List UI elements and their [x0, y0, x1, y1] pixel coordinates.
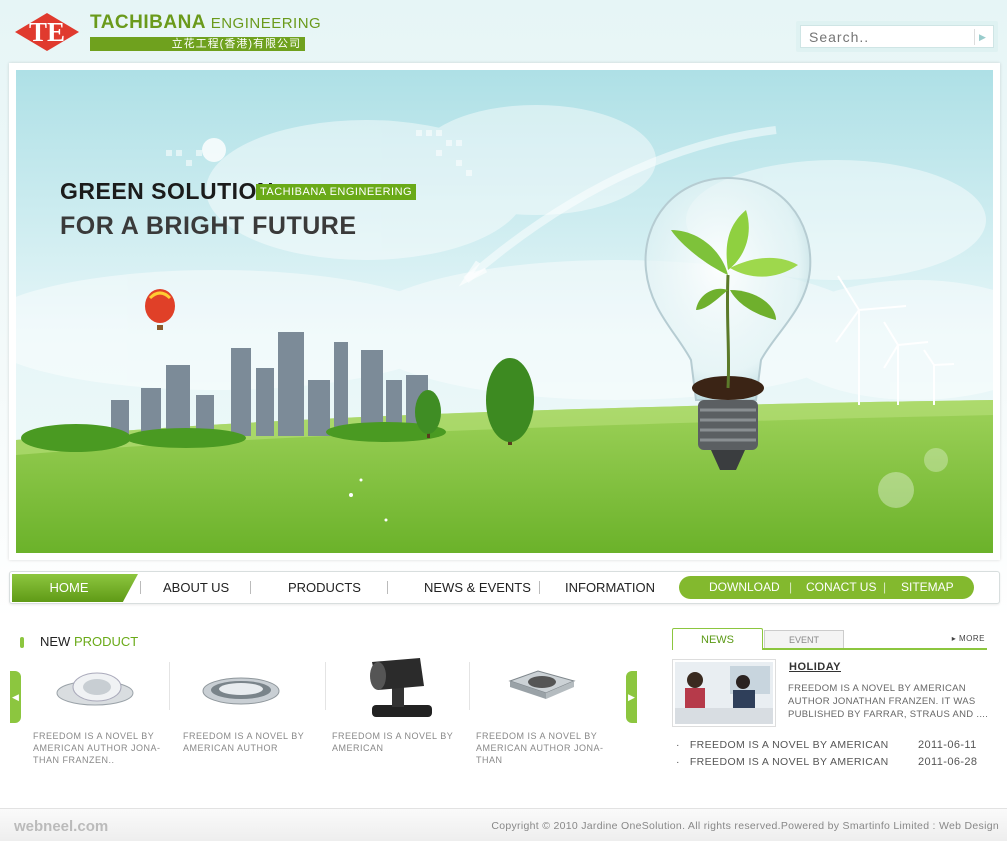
carousel-prev-icon[interactable]: ◀: [10, 671, 21, 723]
more-link[interactable]: ▸ MORE: [952, 634, 985, 643]
product-card[interactable]: FREEDOM IS A NOVEL BY AMERICAN AUTHOR: [183, 650, 318, 754]
news-item-date: 2011-06-11: [918, 739, 977, 751]
brand-subtitle: 立花工程(香港)有限公司: [90, 37, 305, 51]
nav-contact-us[interactable]: CONACT US: [806, 576, 876, 599]
nav-divider: |: [883, 580, 887, 594]
tab-event[interactable]: EVENT: [764, 630, 844, 648]
main-nav: HOME ABOUT US PRODUCTS NEWS & EVENTS INF…: [9, 571, 1000, 604]
recessed-spotlight-icon: [56, 672, 134, 706]
brand-name: TACHIBANA ENGINEERING: [90, 12, 322, 33]
bullet-icon: ·: [676, 756, 690, 768]
product-caption: FREEDOM IS A NOVEL BY AMERICAN AUTHOR: [183, 731, 305, 753]
banner-subline: FOR A BRIGHT FUTURE: [60, 212, 357, 240]
watermark: webneel.com: [14, 818, 109, 835]
divider: [325, 662, 326, 710]
news-item-title: FREEDOM IS A NOVEL BY AMERICAN: [689, 739, 889, 751]
news-thumbnail[interactable]: [672, 659, 776, 727]
utility-nav: DOWNLOAD | CONACT US | SITEMAP: [679, 576, 974, 599]
projector-spotlight-icon: [370, 658, 432, 717]
news-list-item[interactable]: · FREEDOM IS A NOVEL BY AMERICAN 2011-06…: [676, 756, 986, 768]
product-card[interactable]: FREEDOM IS A NOVEL BY AMERICAN AUTHOR JO…: [476, 650, 611, 766]
divider: [169, 662, 170, 710]
hero-banner: GREEN SOLUTION TACHIBANA ENGINEERING FOR…: [9, 63, 1000, 560]
product-card[interactable]: FREEDOM IS A NOVEL BY AMERICAN: [332, 650, 467, 754]
bullet-icon: ·: [676, 739, 690, 751]
news-item-title: FREEDOM IS A NOVEL BY AMERICAN: [689, 756, 889, 768]
nav-download[interactable]: DOWNLOAD: [709, 576, 780, 599]
square-downlight-icon: [508, 670, 576, 699]
new-product-title: NEW PRODUCT: [40, 634, 139, 649]
te-diamond-logo-icon[interactable]: TE: [14, 12, 80, 52]
nav-divider: [539, 581, 540, 594]
product-caption: FREEDOM IS A NOVEL BY AMERICAN: [332, 731, 454, 753]
nav-home[interactable]: HOME: [12, 574, 138, 602]
tab-news[interactable]: NEWS: [672, 628, 763, 650]
news-item-date: 2011-06-28: [918, 756, 978, 768]
product-card[interactable]: FREEDOM IS A NOVEL BY AMERICAN AUTHOR JO…: [33, 650, 168, 766]
header: TE TACHIBANA ENGINEERING 立花工程(香港)有限公司 ▶: [0, 0, 1007, 64]
news-headline[interactable]: HOLIDAY: [789, 661, 841, 673]
downlight-icon: [202, 677, 280, 705]
nav-divider: |: [789, 580, 793, 594]
product-caption: FREEDOM IS A NOVEL BY AMERICAN AUTHOR JO…: [476, 731, 604, 765]
news-tabs: NEWS EVENT ▸ MORE: [672, 628, 987, 650]
carousel-next-icon[interactable]: ▶: [626, 671, 637, 723]
search-box: ▶: [796, 21, 998, 52]
search-arrow-icon[interactable]: ▶: [974, 29, 990, 45]
copyright: Copyright © 2010 Jardine OneSolution. Al…: [491, 820, 999, 832]
nav-news-events[interactable]: NEWS & EVENTS: [424, 572, 531, 603]
news-list-item[interactable]: · FREEDOM IS A NOVEL BY AMERICAN 2011-06…: [676, 739, 986, 751]
nav-divider: [250, 581, 251, 594]
nav-sitemap[interactable]: SITEMAP: [901, 576, 954, 599]
footer: webneel.com Copyright © 2010 Jardine One…: [0, 808, 1007, 841]
nav-products[interactable]: PRODUCTS: [288, 572, 361, 603]
news-photo-icon: [675, 662, 773, 724]
hero-illustration: [16, 70, 993, 553]
divider: [469, 662, 470, 710]
section-bullet-icon: [20, 637, 24, 648]
nav-information[interactable]: INFORMATION: [565, 572, 655, 603]
search-input[interactable]: [800, 25, 994, 48]
nav-divider: [140, 581, 141, 594]
nav-about-us[interactable]: ABOUT US: [163, 572, 229, 603]
banner-tag: TACHIBANA ENGINEERING: [256, 184, 417, 200]
banner-headline: GREEN SOLUTION: [60, 178, 275, 204]
svg-text:TE: TE: [29, 17, 65, 47]
nav-divider: [387, 581, 388, 594]
news-summary: FREEDOM IS A NOVEL BY AMERICAN AUTHOR JO…: [788, 683, 989, 720]
product-caption: FREEDOM IS A NOVEL BY AMERICAN AUTHOR JO…: [33, 731, 161, 765]
brand[interactable]: TACHIBANA ENGINEERING 立花工程(香港)有限公司: [90, 12, 321, 51]
